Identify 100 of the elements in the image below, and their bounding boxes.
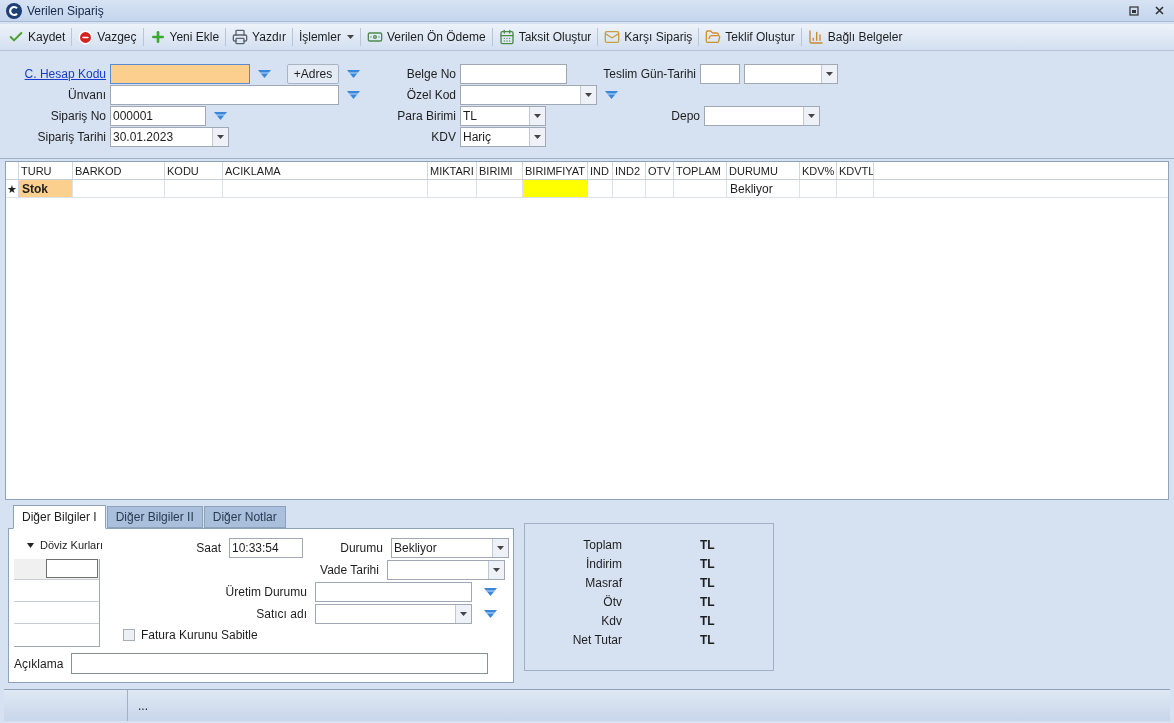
dropdown-button[interactable] [454, 605, 471, 623]
caret-icon [534, 134, 541, 139]
dropdown-button[interactable] [529, 106, 545, 125]
dropdown-button[interactable] [803, 106, 819, 125]
total-label: İndirim [585, 555, 622, 573]
total-label: Kdv [600, 612, 622, 630]
combo-box[interactable]: Bekliyor [390, 538, 509, 558]
text-field[interactable] [314, 582, 472, 602]
text-field[interactable] [460, 63, 567, 84]
total-label: Net Tutar [571, 631, 622, 649]
total-value: TL [700, 536, 715, 554]
dropdown-button[interactable] [212, 127, 228, 146]
tab[interactable]: Diğer Bilgiler I [13, 505, 106, 529]
tab[interactable]: Diğer Notlar [203, 506, 286, 528]
toolbar-button[interactable]: Taksit Oluştur [496, 26, 594, 48]
window-title: Verilen Sipariş [27, 2, 104, 20]
rate-field[interactable] [46, 559, 98, 578]
filter-icon[interactable] [483, 610, 497, 618]
filter-icon[interactable] [214, 111, 227, 120]
column-header[interactable]: BARKOD [73, 162, 165, 179]
filter-icon[interactable] [483, 588, 497, 596]
caret-icon [459, 612, 467, 616]
column-header[interactable]: MIKTARI [428, 162, 477, 179]
toolbar-button[interactable]: Karşı Sipariş [602, 26, 695, 48]
text-field[interactable]: 000001 [110, 105, 206, 126]
total-value: TL [700, 574, 715, 592]
toolbar-button[interactable]: Yazdır [230, 26, 288, 48]
address-button[interactable]: +Adres [287, 63, 339, 84]
printer-icon [232, 29, 249, 45]
restore-icon[interactable] [1129, 5, 1139, 16]
field-label: Üretim Durumu [224, 584, 307, 601]
caret-icon [496, 546, 504, 550]
field-label: Vade Tarihi [319, 562, 379, 579]
table-cell: Stok [19, 180, 73, 197]
column-header[interactable]: OTV [646, 162, 674, 179]
plus-icon [149, 29, 166, 45]
field-label: Açıklama [14, 655, 64, 673]
dropdown-button[interactable] [821, 64, 837, 83]
column-header[interactable]: ACIKLAMA [223, 162, 428, 179]
dropdown-button[interactable] [487, 561, 504, 579]
app-logo-icon [6, 2, 22, 19]
expand-arrow-icon [27, 541, 34, 549]
caret-icon [534, 113, 541, 118]
table-cell: Bekliyor [727, 180, 800, 197]
field-label: Para Birimi [396, 107, 456, 125]
toolbar-button[interactable]: İşlemler [296, 26, 356, 48]
filter-icon[interactable] [605, 90, 618, 99]
toolbar-button[interactable]: Kaydet [6, 26, 68, 48]
field-label: Teslim Gün-Tarihi [602, 65, 696, 83]
minus-circle-icon [78, 29, 94, 45]
text-field[interactable] [110, 63, 250, 84]
column-header[interactable]: TOPLAM [674, 162, 727, 179]
bar-chart-icon [807, 29, 824, 45]
column-header[interactable]: TURU [19, 162, 73, 179]
field-label: Sipariş Tarihi [36, 128, 106, 146]
total-value: TL [700, 612, 715, 630]
caret-icon [217, 134, 224, 139]
total-value: TL [700, 593, 715, 611]
total-value: TL [700, 631, 715, 649]
caret-icon [346, 35, 354, 39]
tab[interactable]: Diğer Bilgiler II [106, 506, 203, 528]
account-link[interactable]: C. Hesap Kodu [6, 64, 106, 83]
combo-box[interactable]: 30.01.2023 [110, 126, 229, 147]
column-header[interactable]: KDV% [800, 162, 837, 179]
checkbox-label: Fatura Kurunu Sabitle [140, 627, 258, 644]
toolbar-button[interactable]: Yeni Ekle [147, 26, 222, 48]
currency-toggle[interactable]: Döviz Kurları [14, 537, 103, 553]
combo-box[interactable]: Hariç [460, 126, 546, 147]
column-header[interactable]: IND [588, 162, 613, 179]
field-label: KDV [430, 128, 456, 146]
dropdown-button[interactable] [491, 539, 508, 557]
banknote-icon [366, 29, 383, 45]
toolbar-button[interactable]: Vazgeç [76, 26, 139, 48]
dropdown-button[interactable] [529, 127, 545, 146]
total-label: Ötv [602, 593, 622, 611]
combo-box[interactable]: TL [460, 105, 546, 126]
text-field[interactable] [110, 84, 339, 105]
filter-icon[interactable] [347, 90, 360, 99]
text-field[interactable] [700, 63, 740, 84]
toolbar-button[interactable]: Bağlı Belgeler [805, 26, 905, 48]
column-header[interactable]: BIRIMFIYAT [523, 162, 588, 179]
field-label: Özel Kod [405, 86, 456, 104]
column-header[interactable]: DURUMU [727, 162, 800, 179]
total-value: TL [700, 555, 715, 573]
column-header[interactable]: IND2 [613, 162, 646, 179]
column-header[interactable]: KODU [165, 162, 223, 179]
filter-icon[interactable] [347, 69, 360, 78]
close-icon[interactable] [1155, 6, 1164, 15]
dropdown-button[interactable] [580, 85, 596, 104]
total-label: Masraf [584, 574, 622, 592]
status-text: ... [138, 697, 148, 715]
filter-icon[interactable] [258, 69, 271, 78]
folder-icon [705, 29, 722, 45]
toolbar-button[interactable]: Verilen Ön Ödeme [364, 26, 488, 48]
text-field[interactable]: 10:33:54 [228, 538, 303, 558]
text-field[interactable] [71, 653, 489, 674]
column-header[interactable]: BIRIMI [477, 162, 523, 179]
checkbox[interactable] [122, 629, 135, 641]
caret-icon [808, 113, 815, 118]
toolbar-button[interactable]: Teklif Oluştur [703, 26, 797, 48]
